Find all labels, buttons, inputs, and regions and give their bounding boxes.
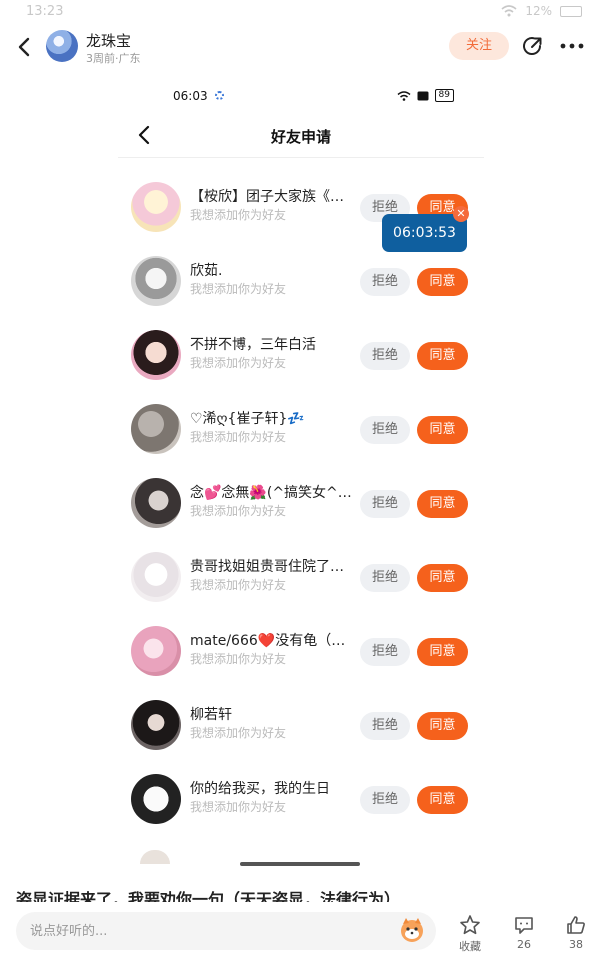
- bottom-bar: 收藏 26 38: [0, 902, 600, 960]
- status-time: 13:23: [26, 4, 64, 19]
- request-message: 我想添加你为好友: [190, 430, 287, 444]
- reject-button[interactable]: 拒绝: [360, 712, 410, 740]
- author-name[interactable]: 龙珠宝: [86, 30, 131, 51]
- like-button[interactable]: 38: [556, 914, 596, 954]
- inner-status-right: 89: [397, 89, 454, 102]
- request-message: 我想添加你为好友: [190, 504, 287, 518]
- reject-button[interactable]: 拒绝: [360, 638, 410, 666]
- accept-button[interactable]: 同意: [417, 564, 468, 592]
- request-message: 我想添加你为好友: [190, 726, 287, 740]
- request-name: 念💕念無🌺(^搞笑女^…: [190, 485, 352, 501]
- home-indicator: [240, 862, 360, 866]
- reject-button[interactable]: 拒绝: [360, 564, 410, 592]
- reject-button[interactable]: 拒绝: [360, 786, 410, 814]
- back-arrow-icon[interactable]: [14, 34, 36, 60]
- author-meta: 3周前·广东: [86, 52, 141, 65]
- author-avatar[interactable]: [46, 30, 78, 62]
- battery-icon: [560, 5, 582, 17]
- request-name: 不拼不博，三年白活: [190, 337, 316, 353]
- accept-button[interactable]: 同意: [417, 712, 468, 740]
- inner-nav-bar: 好友申请: [118, 114, 484, 158]
- inner-status-time: 06:03: [173, 89, 208, 103]
- wifi-icon: [501, 5, 517, 17]
- avatar[interactable]: [131, 700, 181, 750]
- avatar[interactable]: [131, 330, 181, 380]
- request-message: 我想添加你为好友: [190, 282, 287, 296]
- inner-page-title: 好友申请: [270, 128, 331, 146]
- thumbs-up-icon: [567, 916, 585, 934]
- request-message: 我想添加你为好友: [190, 652, 287, 666]
- friend-request-row: 柳若轩 我想添加你为好友 拒绝 同意: [118, 692, 484, 766]
- like-count: 38: [569, 938, 583, 951]
- avatar[interactable]: [131, 478, 181, 528]
- friend-request-row: 念💕念無🌺(^搞笑女^… 我想添加你为好友 拒绝 同意: [118, 470, 484, 544]
- request-name: 欣茹.: [190, 263, 223, 279]
- comment-input[interactable]: [16, 912, 436, 950]
- friend-request-row: 贵哥找姐姐贵哥住院了… 我想添加你为好友 拒绝 同意: [118, 544, 484, 618]
- comment-icon: [515, 917, 533, 934]
- close-icon[interactable]: ✕: [453, 206, 469, 222]
- avatar[interactable]: [131, 626, 181, 676]
- status-bar: 13:23 12%: [0, 0, 600, 24]
- inner-status-bar: 06:03 89: [118, 78, 484, 114]
- avatar[interactable]: [131, 182, 181, 232]
- avatar[interactable]: [131, 774, 181, 824]
- reject-button[interactable]: 拒绝: [360, 342, 410, 370]
- request-name: mate/666❤️没有龟（…: [190, 633, 346, 649]
- star-icon: [460, 915, 480, 935]
- avatar[interactable]: [131, 404, 181, 454]
- comment-button[interactable]: 26: [504, 914, 544, 954]
- accept-button[interactable]: 同意: [417, 786, 468, 814]
- accept-button[interactable]: 同意: [417, 416, 468, 444]
- accept-button[interactable]: 同意: [417, 490, 468, 518]
- inner-wifi-icon: [397, 90, 411, 101]
- follow-button[interactable]: 关注: [449, 32, 509, 60]
- friend-request-row: mate/666❤️没有龟（… 我想添加你为好友 拒绝 同意: [118, 618, 484, 692]
- avatar[interactable]: [131, 256, 181, 306]
- request-name: 【桉欣】团子大家族《…: [190, 189, 344, 205]
- share-icon[interactable]: [520, 34, 544, 58]
- more-icon[interactable]: [558, 34, 586, 58]
- status-right: 12%: [501, 4, 582, 18]
- reject-button[interactable]: 拒绝: [360, 490, 410, 518]
- inner-battery: 89: [434, 89, 454, 102]
- friend-request-row: 你的给我买，我的生日 我想添加你为好友 拒绝 同意: [118, 766, 484, 840]
- friend-request-list: 【桉欣】团子大家族《… 我想添加你为好友 拒绝 同意 欣茹. 我想添加你为好友 …: [118, 174, 484, 840]
- request-name: 贵哥找姐姐贵哥住院了…: [190, 559, 344, 575]
- request-message: 我想添加你为好友: [190, 800, 287, 814]
- comment-count: 26: [517, 938, 531, 951]
- reject-button[interactable]: 拒绝: [360, 416, 410, 444]
- accept-button[interactable]: 同意: [417, 342, 468, 370]
- friend-request-row: 欣茹. 我想添加你为好友 拒绝 同意: [118, 248, 484, 322]
- request-name: 你的给我买，我的生日: [190, 781, 330, 797]
- accept-button[interactable]: 同意: [417, 638, 468, 666]
- sync-icon: [215, 91, 224, 100]
- timer-tooltip: 06:03:53: [382, 214, 467, 252]
- favorite-button[interactable]: 收藏: [450, 914, 490, 954]
- request-message: 我想添加你为好友: [190, 208, 287, 222]
- friend-request-row: 不拼不博，三年白活 我想添加你为好友 拒绝 同意: [118, 322, 484, 396]
- favorite-label: 收藏: [459, 940, 481, 953]
- request-name: ♡浠ღ{崔子轩}💤: [190, 411, 305, 427]
- friend-request-row: ♡浠ღ{崔子轩}💤 我想添加你为好友 拒绝 同意: [118, 396, 484, 470]
- accept-button[interactable]: 同意: [417, 268, 468, 296]
- post-text: 姿显证据来了，我要劝你一句（天天姿显，法律行为）: [16, 890, 401, 902]
- reject-button[interactable]: 拒绝: [360, 268, 410, 296]
- request-message: 我想添加你为好友: [190, 578, 287, 592]
- request-name: 柳若轩: [190, 707, 232, 723]
- mascot-emoji-icon[interactable]: [398, 916, 426, 944]
- battery-percent: 12%: [525, 4, 552, 18]
- embedded-screenshot[interactable]: 06:03 89 好友申请 【桉欣】团子大家族《… 我想添加你为好友 拒绝 同意: [118, 78, 484, 870]
- request-message: 我想添加你为好友: [190, 356, 287, 370]
- avatar[interactable]: [131, 552, 181, 602]
- hd-icon: [417, 91, 429, 100]
- post-header: 龙珠宝 3周前·广东 关注: [0, 26, 600, 70]
